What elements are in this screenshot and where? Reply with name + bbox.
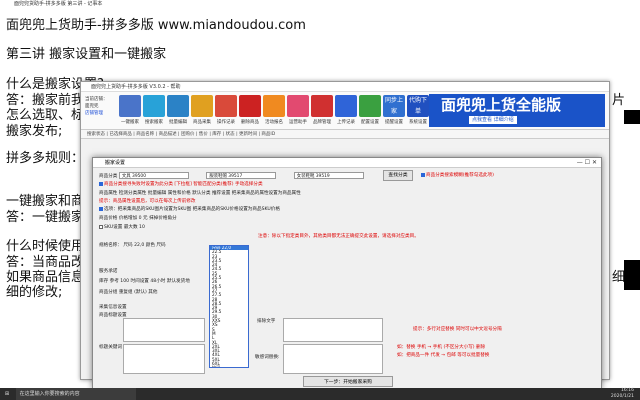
- maximize-icon[interactable]: ☐: [585, 159, 590, 166]
- filter-bar: 搜索状态 | 已选择商品 | 商品名称 | 商品描述 | 团购价 | 售价 | …: [81, 130, 609, 139]
- title-setting-textarea[interactable]: [123, 318, 205, 342]
- category-select-1[interactable]: 文具 39500: [118, 172, 189, 179]
- category-label: 商品分类: [99, 174, 118, 179]
- dialog-row-7: 规格名称： 尺码 22,0 颜色 尺码: [99, 243, 166, 248]
- dialog-row-9: 库存 参考 100 时间设置 48小时 默认发货地: [99, 279, 190, 284]
- dialog-red-note: 注意：除以下指定类目外，其他类目都无法正确提交此设置，请选择对应类目。: [258, 234, 419, 239]
- brand-icon[interactable]: [311, 95, 333, 117]
- keyword-textarea[interactable]: [123, 344, 205, 374]
- edge-block: [624, 260, 640, 290]
- collect-icon[interactable]: [191, 95, 213, 117]
- log-icon[interactable]: [215, 95, 237, 117]
- minimize-icon[interactable]: —: [577, 159, 583, 166]
- next-start-button[interactable]: 下一步：开始搬家采购: [303, 376, 393, 387]
- dialog-row-1: 商品分类搜寻失败时设置为此分类 [下拉框] 智能匹配分类(推荐) 手动选择分类: [104, 182, 263, 187]
- exclude-textarea[interactable]: [283, 318, 383, 342]
- windows-start-icon[interactable]: ⊞: [0, 388, 14, 400]
- dialog-window-controls: — ☐ ✕: [577, 159, 597, 166]
- store-label: 当前店铺：: [85, 97, 108, 102]
- dialog-row-3: 提示：商品属性设置后，可以在每次上传前修改: [99, 199, 196, 204]
- hint-3: 如：把商品一件 代发 → 包邮 等可以批量替换: [397, 353, 490, 358]
- store-manage-link[interactable]: 店铺管理: [85, 110, 108, 117]
- hint-1: 提示：多行对应替换 同时可以中文逗号分隔: [413, 327, 502, 332]
- move-settings-dialog: 搬家设置 — ☐ ✕ 商品分类 文具 39500 服装鞋帽 39517 女装鞋靴…: [92, 157, 602, 389]
- activity-icon[interactable]: [263, 95, 285, 117]
- proxy-order-button[interactable]: 代购下单: [407, 95, 429, 117]
- edge-block: [624, 110, 640, 124]
- fuzzy-label: 商品分类搜索模糊(推荐勾选此项): [426, 173, 494, 178]
- exclude-label: 排除文字: [257, 319, 276, 324]
- dialog-row-4: 选项：把采集商品的SKU图片设置为SKU图 把采集商品的SKU价格设置为商品SK…: [104, 207, 280, 212]
- dialog-title: 搬家设置: [93, 158, 601, 168]
- category-select-3[interactable]: 女装鞋靴 39519: [293, 172, 364, 179]
- dialog-row-11: 采集信息设置: [99, 305, 127, 310]
- banner-subtitle[interactable]: 点我查看 详细介绍: [469, 116, 517, 124]
- delete-icon[interactable]: [239, 95, 261, 117]
- close-icon[interactable]: ✕: [592, 159, 597, 166]
- doc-a1-right: 片: [612, 93, 626, 108]
- app-title: 面兜兜上货助手-拼多多版 V3.0.2 - 帮助: [81, 82, 609, 92]
- dialog-row-10: 商品分组 重复组 (默认) 其他: [99, 290, 158, 295]
- upload-record-icon[interactable]: [335, 95, 357, 117]
- doc-section: 第三讲 搬家设置和一键搬家: [6, 47, 167, 62]
- hint-2: 如：替换 手机 → 手机 (不区分大小写) 删除: [397, 345, 486, 350]
- search-move-icon[interactable]: [143, 95, 165, 117]
- store-name: 面兜兜: [85, 104, 99, 109]
- keyword-label: 标题关键词: [99, 345, 122, 350]
- category-select-2[interactable]: 服装鞋帽 39517: [206, 172, 277, 179]
- sensitive-label: 敏感词替换:: [255, 355, 280, 360]
- dialog-row-6: SKU设置 最大数 10: [104, 225, 145, 230]
- one-click-move-icon[interactable]: [119, 95, 141, 117]
- row-checkbox[interactable]: [99, 181, 103, 186]
- row-checkbox[interactable]: [99, 224, 103, 229]
- taskbar-clock: 16:16 2020/1/21: [611, 388, 634, 400]
- clock-time: 16:16: [621, 388, 634, 393]
- dialog-row-8: 服务承诺: [99, 269, 118, 274]
- dropdown-option[interactable]: 均码: [210, 366, 248, 367]
- doc-a3c: 细的修改;: [6, 285, 63, 300]
- row-checkbox[interactable]: [99, 206, 103, 211]
- taskbar: ⊞ 在这里输入你要搜索的内容 16:16 2020/1/21: [0, 388, 640, 400]
- notepad-titlebar: 面兜兜货助手-拼多多版 第三讲 - 记事本: [0, 0, 640, 9]
- dialog-row-2: 商品属性 检测分类属性 批量编辑 属性和价格 默认分类 推荐设置 把采集商品的属…: [99, 191, 301, 196]
- taskbar-search[interactable]: 在这里输入你要搜索的内容: [15, 388, 136, 400]
- ops-icon[interactable]: [287, 95, 309, 117]
- doc-heading: 面兜兜上货助手-拼多多版 www.miandoudou.com: [6, 18, 306, 33]
- find-category-button[interactable]: 查找分类: [383, 170, 413, 181]
- batch-edit-icon[interactable]: [167, 95, 189, 117]
- store-info: 当前店铺： 面兜兜 店铺管理: [85, 96, 108, 117]
- size-dropdown-list[interactable]: 尺码 22,0 22.5 23 23.5 24 24.5 25 25.5 26 26.5 27 27.…: [209, 245, 249, 368]
- doc-a1c: 搬家发布;: [6, 124, 63, 139]
- clock-date: 2020/1/21: [610, 394, 634, 399]
- sync-upstream-button[interactable]: 同步上家: [383, 95, 405, 117]
- sensitive-textarea[interactable]: [283, 344, 383, 374]
- promo-banner[interactable]: 面兜兜上货全能版点我查看 详细介绍: [429, 94, 605, 127]
- config-icon[interactable]: [359, 95, 381, 117]
- dialog-row-5: 商品价格 价格增加 0 元 抹掉价格角分: [99, 216, 177, 221]
- fuzzy-checkbox[interactable]: [421, 172, 425, 177]
- app-toolbar: 当前店铺： 面兜兜 店铺管理 同步上家 代购下单 一键搬家 搜索搬家 批量编辑 …: [81, 92, 609, 130]
- banner-title: 面兜兜上货全能版: [441, 96, 562, 114]
